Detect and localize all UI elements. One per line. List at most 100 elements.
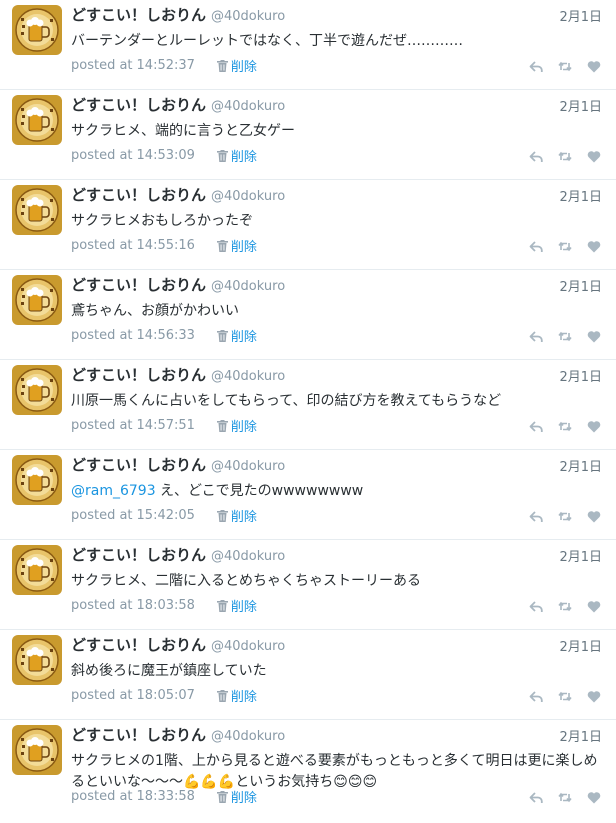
tweet-date[interactable]: 2月1日 [559,636,602,655]
user-handle[interactable]: @40dokuro [211,459,285,474]
avatar[interactable] [12,455,62,505]
tweet-date[interactable]: 2月1日 [559,276,602,295]
tweet-date[interactable]: 2月1日 [559,456,602,475]
delete-button[interactable]: 削除 [216,686,257,705]
like-icon[interactable] [587,510,601,523]
display-name[interactable]: どすこい！しおりん [71,96,206,114]
reply-icon[interactable] [529,330,543,343]
user-handle[interactable]: @40dokuro [211,729,285,744]
posted-at-label: posted at [71,418,133,433]
like-icon[interactable] [587,240,601,253]
display-name[interactable]: どすこい！しおりん [71,546,206,564]
retweet-icon[interactable] [558,330,572,343]
like-icon[interactable] [587,690,601,703]
avatar[interactable] [12,365,62,415]
reply-icon[interactable] [529,791,543,804]
tweet-text: サクラヒメ、二階に入るとめちゃくちゃストーリーある [71,571,606,592]
delete-label: 削除 [230,600,257,615]
delete-button[interactable]: 削除 [216,596,257,615]
beer-mug-avatar-icon [12,725,62,775]
delete-button[interactable]: 削除 [216,326,257,345]
user-handle[interactable]: @40dokuro [211,99,285,114]
reply-icon[interactable] [529,690,543,703]
like-icon[interactable] [587,791,601,804]
tweet-date[interactable]: 2月1日 [559,546,602,565]
user-handle[interactable]: @40dokuro [211,279,285,294]
user-handle[interactable]: @40dokuro [211,549,285,564]
tweet-date[interactable]: 2月1日 [559,6,602,25]
posted-time: 18:05:07 [136,688,195,703]
tweet-body: サクラヒメ、端的に言うと乙女ゲー [71,123,295,139]
posted-at-label: posted at [71,148,133,163]
delete-button[interactable]: 削除 [216,787,257,806]
tweet-date[interactable]: 2月1日 [559,726,602,745]
like-icon[interactable] [587,330,601,343]
like-icon[interactable] [587,600,601,613]
tweet-actions [529,420,601,433]
user-handle[interactable]: @40dokuro [211,639,285,654]
reply-icon[interactable] [529,60,543,73]
avatar[interactable] [12,725,62,775]
retweet-icon[interactable] [558,60,572,73]
user-handle[interactable]: @40dokuro [211,189,285,204]
display-name[interactable]: どすこい！しおりん [71,636,206,654]
display-name[interactable]: どすこい！しおりん [71,6,206,24]
trash-icon [216,419,228,432]
delete-label: 削除 [230,690,257,705]
display-name[interactable]: どすこい！しおりん [71,366,206,384]
avatar[interactable] [12,275,62,325]
reply-icon[interactable] [529,240,543,253]
display-name[interactable]: どすこい！しおりん [71,726,206,744]
delete-label: 削除 [230,420,257,435]
retweet-icon[interactable] [558,420,572,433]
like-icon[interactable] [587,420,601,433]
retweet-icon[interactable] [558,600,572,613]
trash-icon [216,149,228,162]
display-name[interactable]: どすこい！しおりん [71,456,206,474]
reply-icon[interactable] [529,510,543,523]
tweet-item: どすこい！しおりん @40dokuro 2月1日 斜め後ろに魔王が鎮座していた p… [0,630,616,720]
tweet-actions [529,60,601,73]
delete-button[interactable]: 削除 [216,416,257,435]
avatar[interactable] [12,5,62,55]
tweet-date[interactable]: 2月1日 [559,366,602,385]
posted-at-label: posted at [71,789,133,804]
posted-at-label: posted at [71,508,133,523]
mention-link[interactable]: @ram_6793 [71,483,156,499]
retweet-icon[interactable] [558,791,572,804]
retweet-icon[interactable] [558,690,572,703]
tweet-date[interactable]: 2月1日 [559,186,602,205]
delete-button[interactable]: 削除 [216,236,257,255]
reply-icon[interactable] [529,150,543,163]
like-icon[interactable] [587,60,601,73]
tweet-header: どすこい！しおりん @40dokuro [71,455,285,477]
posted-time: 14:56:33 [136,328,195,343]
reply-icon[interactable] [529,600,543,613]
retweet-icon[interactable] [558,240,572,253]
tweet-actions [529,330,601,343]
user-handle[interactable]: @40dokuro [211,369,285,384]
posted-time: 14:53:09 [136,148,195,163]
user-handle[interactable]: @40dokuro [211,9,285,24]
tweet-header: どすこい！しおりん @40dokuro [71,545,285,567]
avatar[interactable] [12,545,62,595]
avatar[interactable] [12,95,62,145]
trash-icon [216,59,228,72]
delete-button[interactable]: 削除 [216,146,257,165]
display-name[interactable]: どすこい！しおりん [71,186,206,204]
delete-button[interactable]: 削除 [216,506,257,525]
tweet-date[interactable]: 2月1日 [559,96,602,115]
like-icon[interactable] [587,150,601,163]
reply-icon[interactable] [529,420,543,433]
retweet-icon[interactable] [558,150,572,163]
avatar[interactable] [12,185,62,235]
display-name[interactable]: どすこい！しおりん [71,276,206,294]
avatar[interactable] [12,635,62,685]
tweet-body: バーテンダーとルーレットではなく、丁半で遊んだぜ………… [71,33,463,49]
delete-label: 削除 [230,150,257,165]
tweet-body: サクラヒメ、二階に入るとめちゃくちゃストーリーある [71,573,421,589]
retweet-icon[interactable] [558,510,572,523]
tweet-timeline: どすこい！しおりん @40dokuro 2月1日 バーテンダーとルーレットではなく… [0,0,616,815]
delete-label: 削除 [230,60,257,75]
delete-button[interactable]: 削除 [216,56,257,75]
